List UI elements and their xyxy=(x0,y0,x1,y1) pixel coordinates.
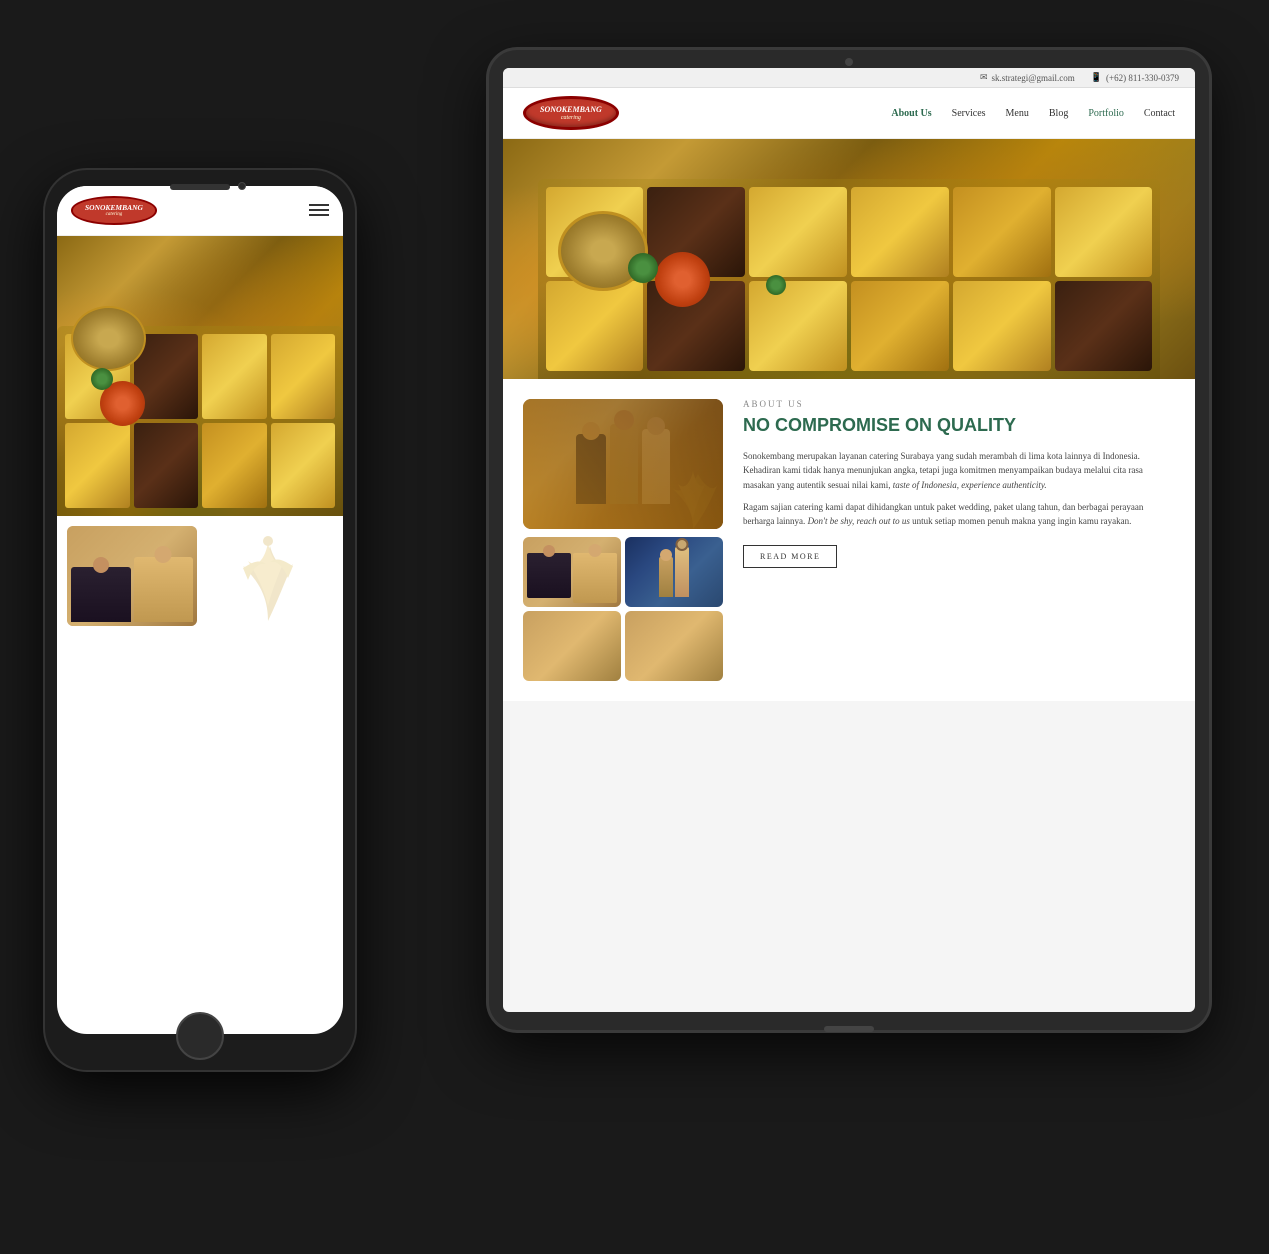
read-more-button[interactable]: READ MORE xyxy=(743,545,837,568)
phone-event-photo-1 xyxy=(67,526,197,626)
tablet-device: ✉ sk.strategi@gmail.com 📱 (+62) 811-330-… xyxy=(489,50,1209,1030)
tablet-about-section: ABOUT US NO COMPROMISE ON QUALITY Sonoke… xyxy=(743,399,1175,681)
tablet-logo: SONOKEMBANG catering xyxy=(523,96,619,130)
logo-text: SONOKEMBANG xyxy=(540,105,602,115)
tablet-photo-event4 xyxy=(625,611,723,681)
tablet-nav-links: About Us Services Menu Blog Portfolio Co… xyxy=(891,108,1175,119)
phone-home-button[interactable] xyxy=(176,1012,224,1060)
tablet-screen: ✉ sk.strategi@gmail.com 📱 (+62) 811-330-… xyxy=(503,68,1195,1012)
tablet-photo-event2 xyxy=(625,537,723,607)
tablet-photo-wedding1 xyxy=(523,537,621,607)
tablet-nav: SONOKEMBANG catering About Us Services M… xyxy=(503,88,1195,139)
nav-link-contact[interactable]: Contact xyxy=(1144,108,1175,119)
hamburger-line-1 xyxy=(309,204,329,206)
phone-screen: SONOKEMBANG catering xyxy=(57,186,343,1034)
tablet-event-photo-main xyxy=(523,399,723,529)
phone-text: (+62) 811-330-0379 xyxy=(1106,73,1179,83)
phone-speaker xyxy=(170,184,230,190)
phone-item: 📱 (+62) 811-330-0379 xyxy=(1091,72,1179,83)
phone-icon: 📱 xyxy=(1091,72,1102,83)
about-body-1: Sonokembang merupakan layanan catering S… xyxy=(743,449,1175,492)
nav-link-menu[interactable]: Menu xyxy=(1006,108,1029,119)
floral-decoration xyxy=(663,459,723,529)
tablet-content: ABOUT US NO COMPROMISE ON QUALITY Sonoke… xyxy=(503,379,1195,701)
phone-camera xyxy=(238,182,246,190)
phone-hero-image xyxy=(57,236,343,516)
tablet-photo-event3 xyxy=(523,611,621,681)
about-label: ABOUT US xyxy=(743,399,1175,409)
phone-logo-sub: catering xyxy=(85,212,143,218)
logo-sub: catering xyxy=(540,115,602,122)
nav-link-portfolio[interactable]: Portfolio xyxy=(1088,108,1124,119)
tablet-logo-oval: SONOKEMBANG catering xyxy=(523,96,619,130)
email-icon: ✉ xyxy=(980,72,988,83)
nav-link-about[interactable]: About Us xyxy=(891,108,931,119)
phone-floral-area xyxy=(203,526,333,626)
phone-nav: SONOKEMBANG catering xyxy=(57,186,343,236)
tablet-photos xyxy=(523,399,723,681)
email-text: sk.strategi@gmail.com xyxy=(992,73,1075,83)
tablet-topbar: ✉ sk.strategi@gmail.com 📱 (+62) 811-330-… xyxy=(503,68,1195,88)
tablet-camera xyxy=(845,58,853,66)
phone-floral-svg xyxy=(228,526,308,626)
hamburger-line-2 xyxy=(309,209,329,211)
email-item: ✉ sk.strategi@gmail.com xyxy=(980,72,1075,83)
nav-link-blog[interactable]: Blog xyxy=(1049,108,1068,119)
phone-device: SONOKEMBANG catering xyxy=(45,170,355,1070)
hamburger-menu[interactable] xyxy=(309,204,329,216)
tablet-hero-image xyxy=(503,139,1195,379)
about-body-2: Ragam sajian catering kami dapat dihidan… xyxy=(743,500,1175,529)
scene: ✉ sk.strategi@gmail.com 📱 (+62) 811-330-… xyxy=(0,0,1269,1254)
tablet-home-button[interactable] xyxy=(824,1026,874,1032)
about-title: NO COMPROMISE ON QUALITY xyxy=(743,415,1175,437)
nav-link-services[interactable]: Services xyxy=(952,108,986,119)
phone-logo-text: SONOKEMBANG xyxy=(85,203,143,212)
phone-bottom-section xyxy=(57,516,343,636)
phone-logo: SONOKEMBANG catering xyxy=(71,196,157,225)
tablet-photos-grid xyxy=(523,537,723,681)
hamburger-line-3 xyxy=(309,214,329,216)
